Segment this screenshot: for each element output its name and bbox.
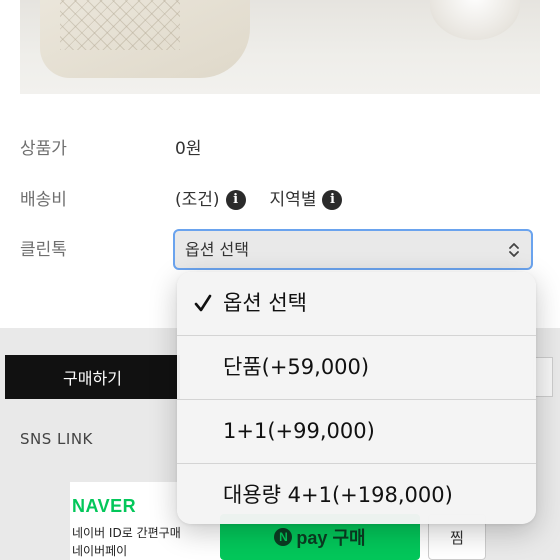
- bag-mesh-pattern: [60, 0, 180, 50]
- shipping-value: (조건) i 지역별 i: [175, 185, 343, 215]
- checkmark-icon: [194, 294, 212, 312]
- select-current-value: 옵션 선택: [185, 240, 249, 259]
- naver-line-1: 네이버 ID로 간편구매: [72, 526, 181, 540]
- dropdown-option-3[interactable]: 대용량 4+1(+198,000): [177, 464, 536, 524]
- product-image: [20, 0, 540, 94]
- dropdown-option-0[interactable]: 옵션 선택: [177, 272, 536, 335]
- price-label: 상품가: [20, 139, 67, 159]
- bowl-illustration: [430, 0, 520, 40]
- option-label: 클린톡: [20, 240, 67, 260]
- shipping-label: 배송비: [20, 190, 67, 210]
- dropdown-option-label: 1+1(+99,000): [223, 419, 375, 443]
- dropdown-option-label: 옵션 선택: [223, 291, 307, 315]
- info-circle-icon[interactable]: i: [322, 190, 343, 210]
- cart-button-edge[interactable]: [533, 357, 553, 397]
- shipping-region: 지역별: [269, 190, 317, 210]
- option-select[interactable]: 옵션 선택: [173, 229, 533, 270]
- info-circle-icon[interactable]: i: [225, 190, 246, 210]
- price-row: 상품가 0원: [0, 134, 560, 164]
- shipping-condition: (조건): [175, 190, 220, 210]
- npay-n-icon: N: [274, 528, 293, 546]
- shipping-row: 배송비 (조건) i 지역별 i: [0, 185, 560, 215]
- dropdown-option-2[interactable]: 1+1(+99,000): [177, 400, 536, 463]
- npay-label: pay 구매: [296, 528, 366, 548]
- sns-link-label: SNS LINK: [20, 430, 93, 448]
- naver-line-2: 네이버페이: [72, 544, 128, 558]
- option-dropdown-menu: 옵션 선택 단품(+59,000) 1+1(+99,000) 대용량 4+1(+…: [177, 272, 536, 524]
- dropdown-option-1[interactable]: 단품(+59,000): [177, 336, 536, 399]
- chevron-updown-icon: [509, 243, 519, 257]
- dropdown-option-label: 대용량 4+1(+198,000): [223, 483, 453, 507]
- naver-logo: NAVER: [72, 496, 137, 516]
- price-value: 0원: [175, 139, 202, 159]
- buy-button[interactable]: 구매하기: [5, 355, 180, 399]
- dropdown-option-label: 단품(+59,000): [223, 355, 370, 379]
